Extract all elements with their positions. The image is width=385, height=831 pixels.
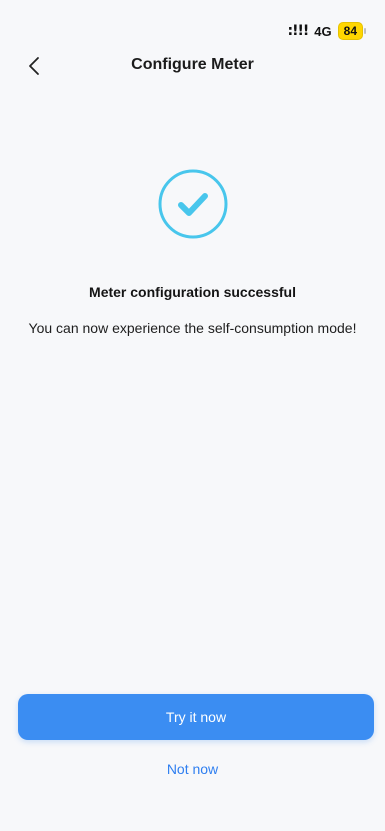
battery-level: 84 [337,22,367,40]
not-now-link[interactable]: Not now [0,761,385,777]
network-type: 4G [314,23,332,39]
page-title: Configure Meter [131,56,254,73]
navigation-bar: Configure Meter [0,48,385,84]
success-check-icon [157,168,229,240]
success-title: Meter configuration successful [89,284,296,300]
signal-strength-icon: :!!! [287,23,310,39]
try-it-now-button[interactable]: Try it now [18,694,374,740]
status-bar: :!!! 4G 84 [287,22,367,40]
success-message: You can now experience the self-consumpt… [28,320,357,336]
success-section: Meter configuration successful You can n… [0,168,385,336]
